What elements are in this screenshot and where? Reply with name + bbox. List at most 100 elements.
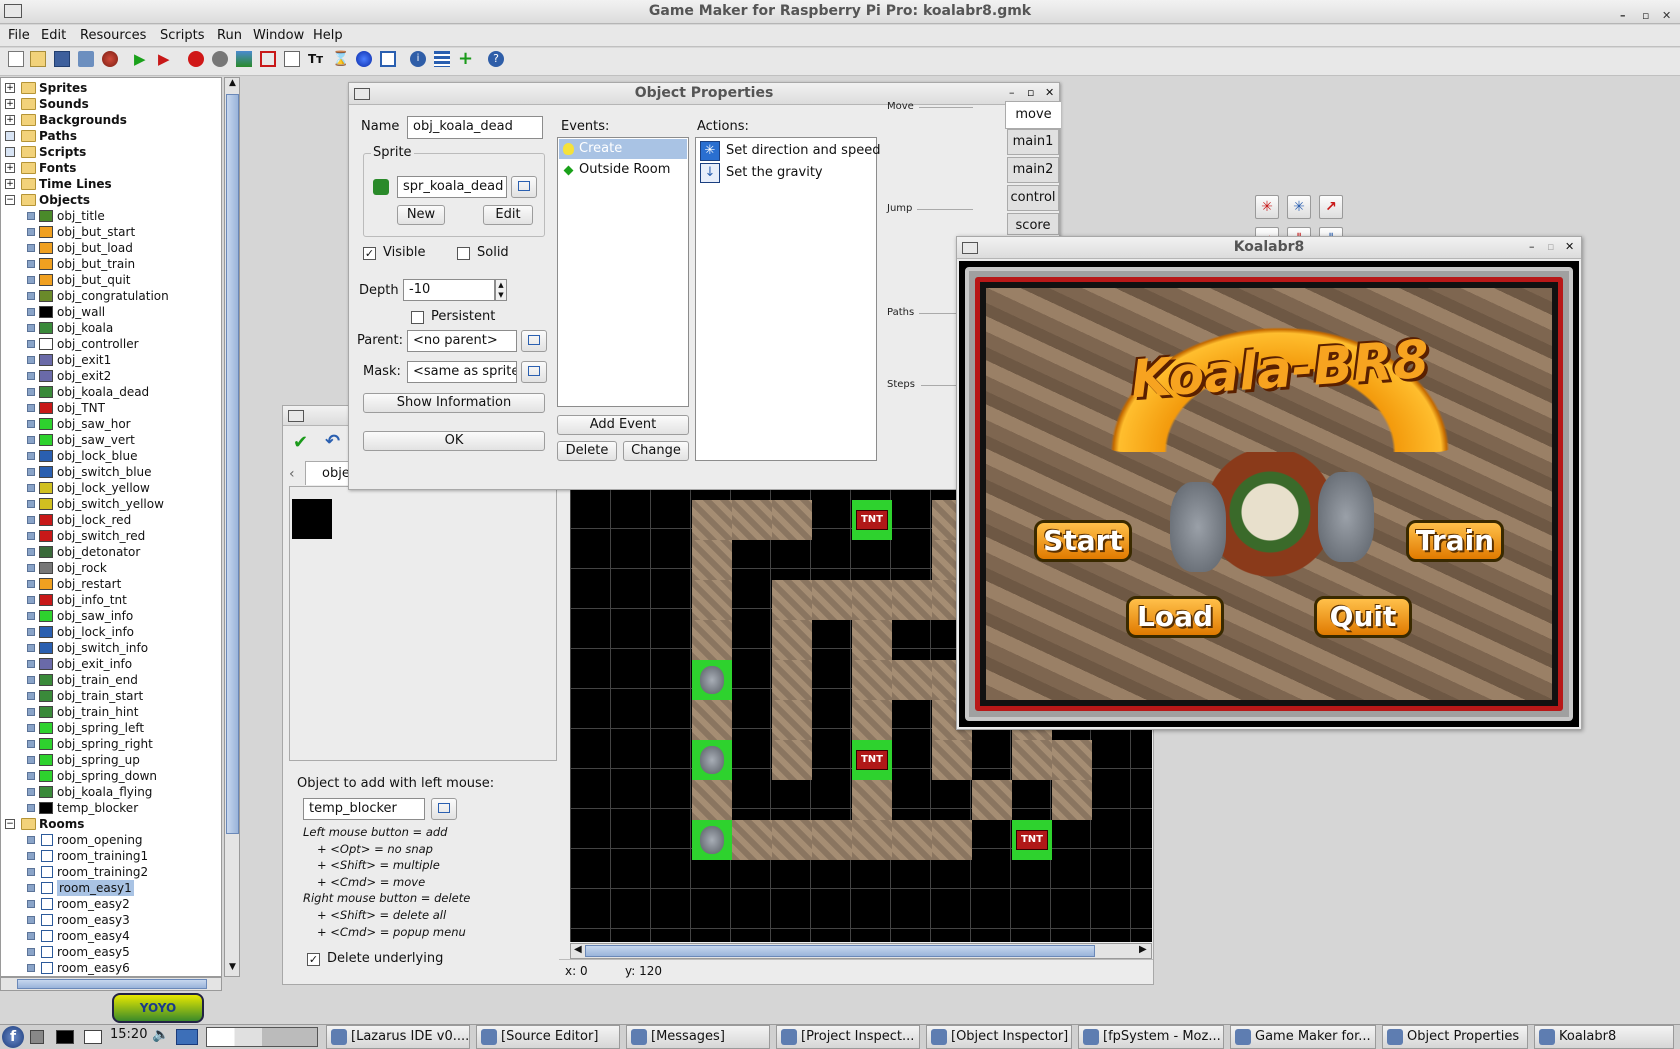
- tree-object-item[interactable]: obj_but_train: [1, 256, 221, 272]
- tree-object-item[interactable]: obj_spring_left: [1, 720, 221, 736]
- tree-object-item[interactable]: obj_saw_hor: [1, 416, 221, 432]
- expander-icon[interactable]: +: [5, 83, 15, 93]
- tree-object-item[interactable]: obj_switch_yellow: [1, 496, 221, 512]
- tree-object-item[interactable]: obj_exit_info: [1, 656, 221, 672]
- taskbar-item[interactable]: [Lazarus IDE v0....: [326, 1025, 470, 1049]
- sprite-field[interactable]: spr_koala_dead: [397, 176, 507, 198]
- file-manager-icon[interactable]: [30, 1030, 44, 1044]
- tree-room-item[interactable]: room_opening: [1, 832, 221, 848]
- tree-object-item[interactable]: obj_but_start: [1, 224, 221, 240]
- tree-object-item[interactable]: obj_exit2: [1, 368, 221, 384]
- tree-object-item[interactable]: obj_TNT: [1, 400, 221, 416]
- edit-sprite-button[interactable]: Edit: [483, 205, 533, 225]
- tab-main1[interactable]: main1: [1007, 129, 1059, 155]
- tree-object-item[interactable]: obj_lock_info: [1, 624, 221, 640]
- add-sprite-icon[interactable]: [188, 51, 204, 67]
- game-close-icon[interactable]: ✕: [1565, 240, 1574, 253]
- game-window-icon[interactable]: [962, 242, 978, 254]
- maximize-icon[interactable]: ▫: [1642, 4, 1649, 27]
- tree-object-item[interactable]: obj_info_tnt: [1, 592, 221, 608]
- game-canvas[interactable]: Koala-BR8 Start Train Load Quit: [959, 261, 1579, 727]
- change-event-button[interactable]: Change: [623, 441, 689, 461]
- tree-folder[interactable]: + Fonts: [1, 160, 221, 176]
- create-executable-icon[interactable]: [78, 51, 94, 67]
- expander-icon[interactable]: [5, 131, 15, 141]
- mask-field[interactable]: <same as sprite>: [407, 361, 517, 383]
- menu-scripts[interactable]: Scripts: [160, 25, 204, 47]
- tree-room-item[interactable]: room_easy1: [1, 880, 221, 896]
- object-picker-button[interactable]: [431, 798, 457, 820]
- tree-object-item[interactable]: obj_koala_dead: [1, 384, 221, 400]
- tab-scroll-left-icon[interactable]: ‹: [289, 466, 295, 482]
- tree-object-item[interactable]: obj_saw_info: [1, 608, 221, 624]
- tree-object-item[interactable]: obj_train_hint: [1, 704, 221, 720]
- tree-object-item[interactable]: obj_spring_up: [1, 752, 221, 768]
- tree-object-item[interactable]: obj_lock_blue: [1, 448, 221, 464]
- tab-main2[interactable]: main2: [1007, 157, 1059, 183]
- tree-object-item[interactable]: obj_detonator: [1, 544, 221, 560]
- tree-object-item[interactable]: obj_switch_blue: [1, 464, 221, 480]
- room-scroll-thumb[interactable]: [585, 945, 1095, 957]
- menu-run[interactable]: Run: [217, 25, 242, 47]
- tree-object-item[interactable]: obj_train_start: [1, 688, 221, 704]
- new-file-icon[interactable]: [8, 51, 24, 67]
- room-horizontal-scrollbar[interactable]: ◀ ▶: [570, 943, 1152, 959]
- action-palette-icon[interactable]: ✳: [1287, 195, 1311, 219]
- tree-folder[interactable]: + Backgrounds: [1, 112, 221, 128]
- taskbar-item[interactable]: Koalabr8: [1534, 1025, 1674, 1049]
- quit-button[interactable]: Quit: [1314, 596, 1412, 638]
- tree-room-item[interactable]: room_training1: [1, 848, 221, 864]
- tree-object-item[interactable]: obj_koala: [1, 320, 221, 336]
- tree-object-item[interactable]: temp_blocker: [1, 800, 221, 816]
- ok-button[interactable]: OK: [363, 431, 545, 451]
- tree-object-item[interactable]: obj_spring_right: [1, 736, 221, 752]
- tree-object-item[interactable]: obj_but_load: [1, 240, 221, 256]
- tree-object-item[interactable]: obj_title: [1, 208, 221, 224]
- sprite-picker-button[interactable]: [511, 176, 537, 198]
- event-outside-room[interactable]: Outside Room: [559, 160, 687, 180]
- event-create[interactable]: Create: [559, 139, 687, 159]
- help-icon[interactable]: ?: [488, 51, 504, 67]
- tree-vertical-scrollbar[interactable]: ▲ ▼: [224, 77, 240, 977]
- action-palette-icon[interactable]: ✳: [1255, 195, 1279, 219]
- expander-icon[interactable]: +: [5, 115, 15, 125]
- accept-check-icon[interactable]: ✔: [293, 432, 308, 453]
- open-folder-icon[interactable]: [30, 51, 46, 67]
- close-icon[interactable]: ✕: [1662, 4, 1671, 27]
- op-maximize-icon[interactable]: ▫: [1027, 86, 1034, 99]
- tree-folder[interactable]: + Sounds: [1, 96, 221, 112]
- game-minimize-icon[interactable]: –: [1529, 240, 1535, 253]
- tab-score[interactable]: score: [1007, 213, 1059, 235]
- expander-icon[interactable]: +: [5, 179, 15, 189]
- tree-room-item[interactable]: room_easy4: [1, 928, 221, 944]
- tree-object-item[interactable]: obj_koala_flying: [1, 784, 221, 800]
- op-minimize-icon[interactable]: –: [1009, 86, 1015, 99]
- minimize-icon[interactable]: –: [1620, 4, 1626, 27]
- tree-object-item[interactable]: obj_wall: [1, 304, 221, 320]
- add-font-icon[interactable]: Tт: [308, 51, 324, 67]
- tab-move[interactable]: move: [1005, 101, 1061, 129]
- volume-icon[interactable]: 🔈: [152, 1027, 169, 1043]
- tree-object-item[interactable]: obj_train_end: [1, 672, 221, 688]
- depth-spinner[interactable]: ▲ ▼: [495, 279, 507, 301]
- game-information-icon[interactable]: i: [410, 51, 426, 67]
- tree-object-item[interactable]: obj_congratulation: [1, 288, 221, 304]
- workspace-pager[interactable]: [206, 1027, 318, 1047]
- add-room-icon[interactable]: [380, 51, 396, 67]
- depth-field[interactable]: -10: [403, 279, 495, 301]
- tree-room-item[interactable]: room_easy2: [1, 896, 221, 912]
- op-close-icon[interactable]: ✕: [1045, 86, 1054, 99]
- persistent-checkbox[interactable]: [411, 311, 424, 324]
- tree-folder[interactable]: + Sprites: [1, 80, 221, 96]
- taskbar-item[interactable]: [Source Editor]: [476, 1025, 620, 1049]
- parent-field[interactable]: <no parent>: [407, 330, 517, 352]
- menu-help[interactable]: Help: [313, 25, 343, 47]
- network-icon[interactable]: [176, 1029, 198, 1045]
- action-set-gravity[interactable]: ↓ Set the gravity: [698, 162, 874, 184]
- app-menu-icon[interactable]: [4, 4, 22, 18]
- add-script-icon[interactable]: [284, 51, 300, 67]
- delete-underlying-checkbox[interactable]: ✓: [307, 953, 320, 966]
- tree-object-item[interactable]: obj_lock_red: [1, 512, 221, 528]
- add-path-icon[interactable]: [260, 51, 276, 67]
- tree-object-item[interactable]: obj_rock: [1, 560, 221, 576]
